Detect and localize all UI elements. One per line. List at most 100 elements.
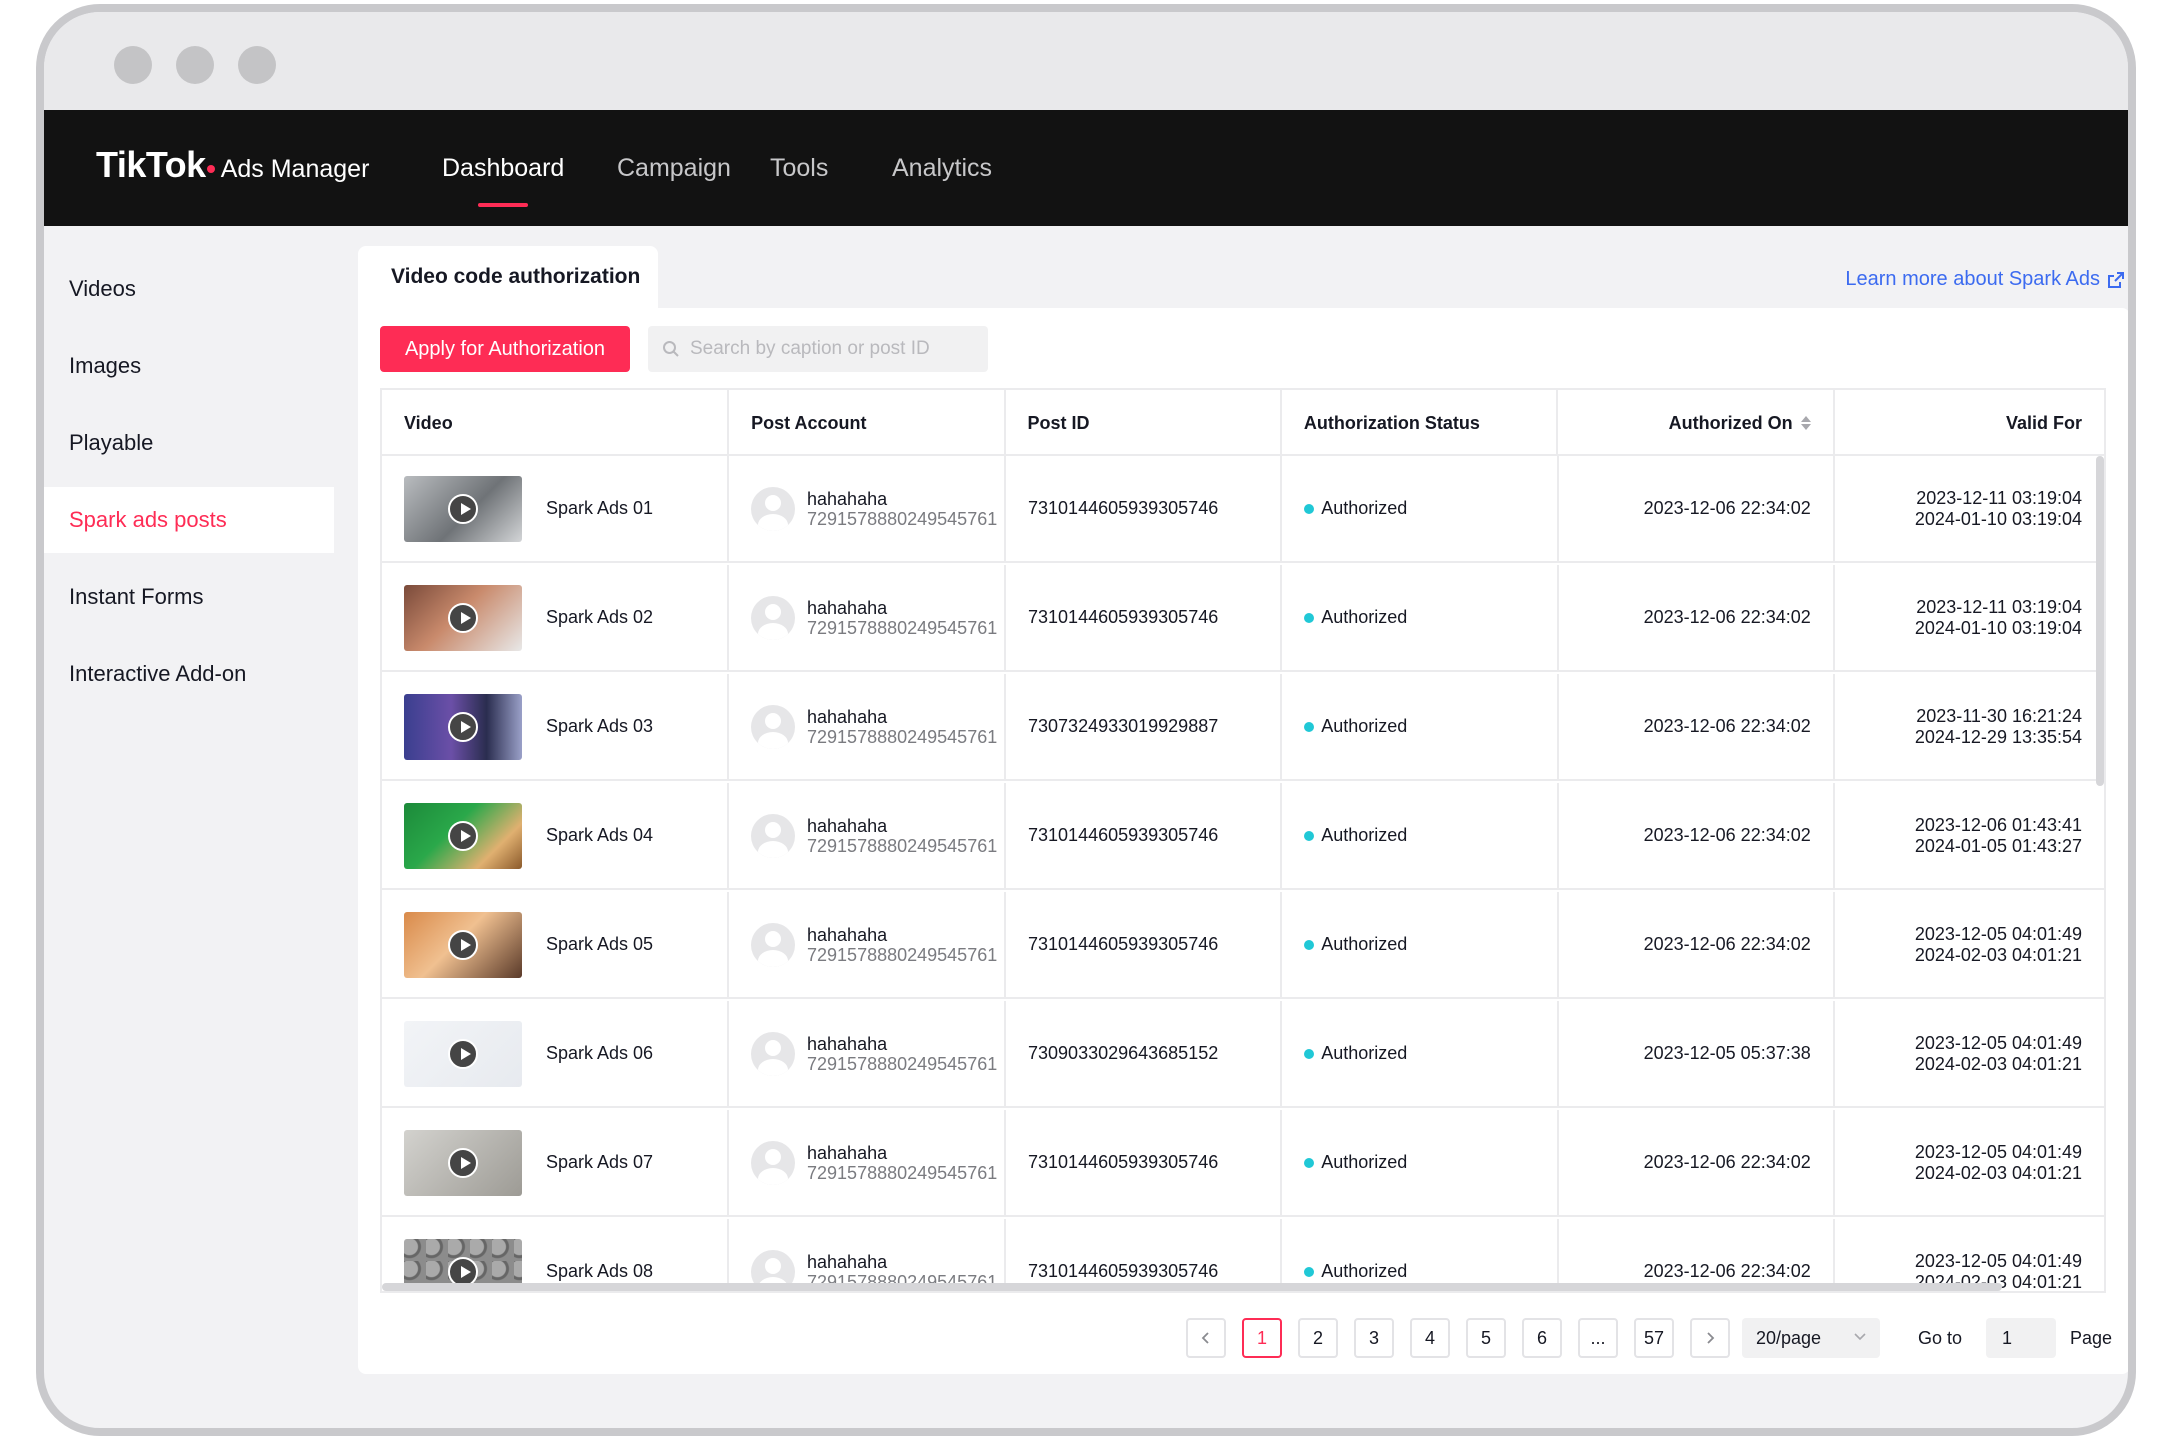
learn-more-label: Learn more about Spark Ads [1845, 268, 2100, 290]
table-row[interactable]: Spark Ads 06 hahahaha 7291578880249545761 7… [382, 1001, 2104, 1108]
external-link-icon [2108, 271, 2124, 288]
horizontal-scrollbar[interactable] [382, 1283, 2002, 1291]
play-icon[interactable] [448, 1147, 478, 1178]
learn-more-spark-ads-link[interactable]: Learn more about Spark Ads [1845, 268, 2126, 291]
authorized-on-cell: 2023-12-06 22:34:02 [1559, 456, 1835, 561]
table-row[interactable]: Spark Ads 03 hahahaha 7291578880249545761 7… [382, 674, 2104, 781]
post-id-cell: 7310144605939305746 [1006, 1110, 1283, 1215]
status-dot-icon [1304, 612, 1315, 623]
page-size-value: 20/page [1756, 1327, 1822, 1348]
column-header-authorized-on[interactable]: Authorized On [1558, 390, 1835, 456]
valid-from: 2023-12-11 03:19:04 [1916, 487, 2083, 508]
table-row[interactable]: Spark Ads 04 hahahaha 7291578880249545761 7… [382, 783, 2104, 890]
page-button-5[interactable]: 5 [1466, 1318, 1506, 1358]
video-name: Spark Ads 05 [546, 934, 654, 954]
page-button-6[interactable]: 6 [1522, 1318, 1562, 1358]
account-name: hahahaha [807, 1251, 888, 1272]
video-cell[interactable]: Spark Ads 05 [382, 892, 730, 997]
play-icon[interactable] [448, 1256, 478, 1287]
play-icon[interactable] [448, 711, 478, 742]
video-cell[interactable]: Spark Ads 07 [382, 1110, 730, 1215]
sidebar-item-instant-forms[interactable]: Instant Forms [44, 564, 334, 630]
video-thumbnail[interactable] [404, 475, 522, 542]
apply-for-authorization-button[interactable]: Apply for Authorization [380, 326, 630, 372]
page-button-57[interactable]: 57 [1634, 1318, 1674, 1358]
sidebar-item-playable[interactable]: Playable [44, 410, 334, 476]
post-account-cell: hahahaha 7291578880249545761 [729, 565, 1007, 670]
table-row[interactable]: Spark Ads 02 hahahaha 7291578880249545761 7… [382, 565, 2104, 672]
valid-for-cell: 2023-12-05 04:01:49 2024-02-03 04:01:21 [1835, 1110, 2104, 1215]
account-name: hahahaha [807, 488, 888, 509]
top-navigation-bar: TikTok Ads Manager Dashboard Campaign To… [44, 110, 2128, 226]
table-row[interactable]: Spark Ads 01 hahahaha 7291578880249545761 7… [382, 456, 2104, 563]
search-input[interactable] [690, 338, 980, 360]
window-maximize-button[interactable] [238, 46, 276, 84]
nav-dashboard[interactable]: Dashboard [442, 154, 564, 207]
window-close-button[interactable] [114, 46, 152, 84]
page-button-1[interactable]: 1 [1242, 1318, 1282, 1358]
valid-to: 2024-12-29 13:35:54 [1914, 726, 2083, 747]
post-account-cell: hahahaha 7291578880249545761 [729, 456, 1007, 561]
chevron-right-icon [1707, 1332, 1715, 1344]
vertical-scrollbar[interactable] [2096, 456, 2104, 786]
sidebar-item-videos[interactable]: Videos [44, 256, 334, 322]
page-button-3[interactable]: 3 [1354, 1318, 1394, 1358]
valid-to: 2024-01-10 03:19:04 [1914, 617, 2083, 638]
tab-video-code-authorization[interactable]: Video code authorization [358, 246, 658, 308]
goto-label: Go to [1918, 1328, 1963, 1348]
next-page-button[interactable] [1690, 1318, 1730, 1358]
account-name: hahahaha [807, 597, 888, 618]
video-thumbnail[interactable] [404, 802, 522, 869]
spark-ads-table: Video Post Account Post ID Authorization… [380, 388, 2106, 1293]
video-thumbnail[interactable] [404, 693, 522, 760]
play-icon[interactable] [448, 1038, 478, 1069]
valid-from: 2023-12-05 04:01:49 [1914, 1250, 2083, 1271]
window-minimize-button[interactable] [176, 46, 214, 84]
authorized-on-cell: 2023-12-06 22:34:02 [1559, 674, 1835, 779]
nav-tools[interactable]: Tools [770, 154, 828, 183]
prev-page-button[interactable] [1186, 1318, 1226, 1358]
status-badge: Authorized [1321, 825, 1408, 845]
table-row[interactable]: Spark Ads 07 hahahaha 7291578880249545761 7… [382, 1110, 2104, 1217]
video-thumbnail[interactable] [404, 911, 522, 978]
play-icon[interactable] [448, 820, 478, 851]
nav-campaign[interactable]: Campaign [617, 154, 731, 183]
authorized-on-cell: 2023-12-06 22:34:02 [1559, 565, 1835, 670]
page-button-4[interactable]: 4 [1410, 1318, 1450, 1358]
brand-logo-text: TikTok [96, 144, 206, 185]
video-cell[interactable]: Spark Ads 04 [382, 783, 730, 888]
video-cell[interactable]: Spark Ads 08 [382, 1219, 730, 1291]
page-size-select[interactable]: 20/page [1742, 1318, 1880, 1358]
authorization-status-cell: Authorized [1282, 783, 1559, 888]
goto-page-input[interactable]: 1 [1986, 1318, 2056, 1358]
authorization-status-cell: Authorized [1282, 565, 1559, 670]
play-icon[interactable] [448, 493, 478, 524]
table-row[interactable]: Spark Ads 05 hahahaha 7291578880249545761 7… [382, 892, 2104, 999]
sidebar-item-interactive-add-on[interactable]: Interactive Add-on [44, 641, 334, 707]
search-box[interactable] [648, 326, 988, 372]
video-cell[interactable]: Spark Ads 06 [382, 1001, 730, 1106]
page-button-2[interactable]: 2 [1298, 1318, 1338, 1358]
video-thumbnail[interactable] [404, 1129, 522, 1196]
page-button-ellipsis[interactable]: ... [1578, 1318, 1618, 1358]
video-cell[interactable]: Spark Ads 03 [382, 674, 730, 779]
play-icon[interactable] [448, 929, 478, 960]
tiktok-ads-manager-logo[interactable]: TikTok Ads Manager [96, 144, 369, 186]
status-dot-icon [1304, 503, 1315, 514]
video-thumbnail[interactable] [404, 1020, 522, 1087]
post-account-cell: hahahaha 7291578880249545761 [729, 674, 1007, 779]
play-icon[interactable] [448, 602, 478, 633]
sidebar-item-spark-ads-posts[interactable]: Spark ads posts [44, 487, 334, 553]
video-cell[interactable]: Spark Ads 01 [382, 456, 730, 561]
nav-analytics[interactable]: Analytics [892, 154, 992, 183]
authorization-card: Apply for Authorization Video Post Accou… [358, 308, 2128, 1374]
sort-icon[interactable] [1800, 416, 1811, 430]
sidebar-item-images[interactable]: Images [44, 333, 334, 399]
video-cell[interactable]: Spark Ads 02 [382, 565, 730, 670]
table-row[interactable]: Spark Ads 08 hahahaha 7291578880249545761 7… [382, 1219, 2104, 1291]
authorized-on-cell: 2023-12-06 22:34:02 [1559, 1110, 1835, 1215]
video-thumbnail[interactable] [404, 584, 522, 651]
status-dot-icon [1304, 939, 1315, 950]
account-name: hahahaha [807, 1142, 888, 1163]
chevron-left-icon [1201, 1332, 1209, 1344]
